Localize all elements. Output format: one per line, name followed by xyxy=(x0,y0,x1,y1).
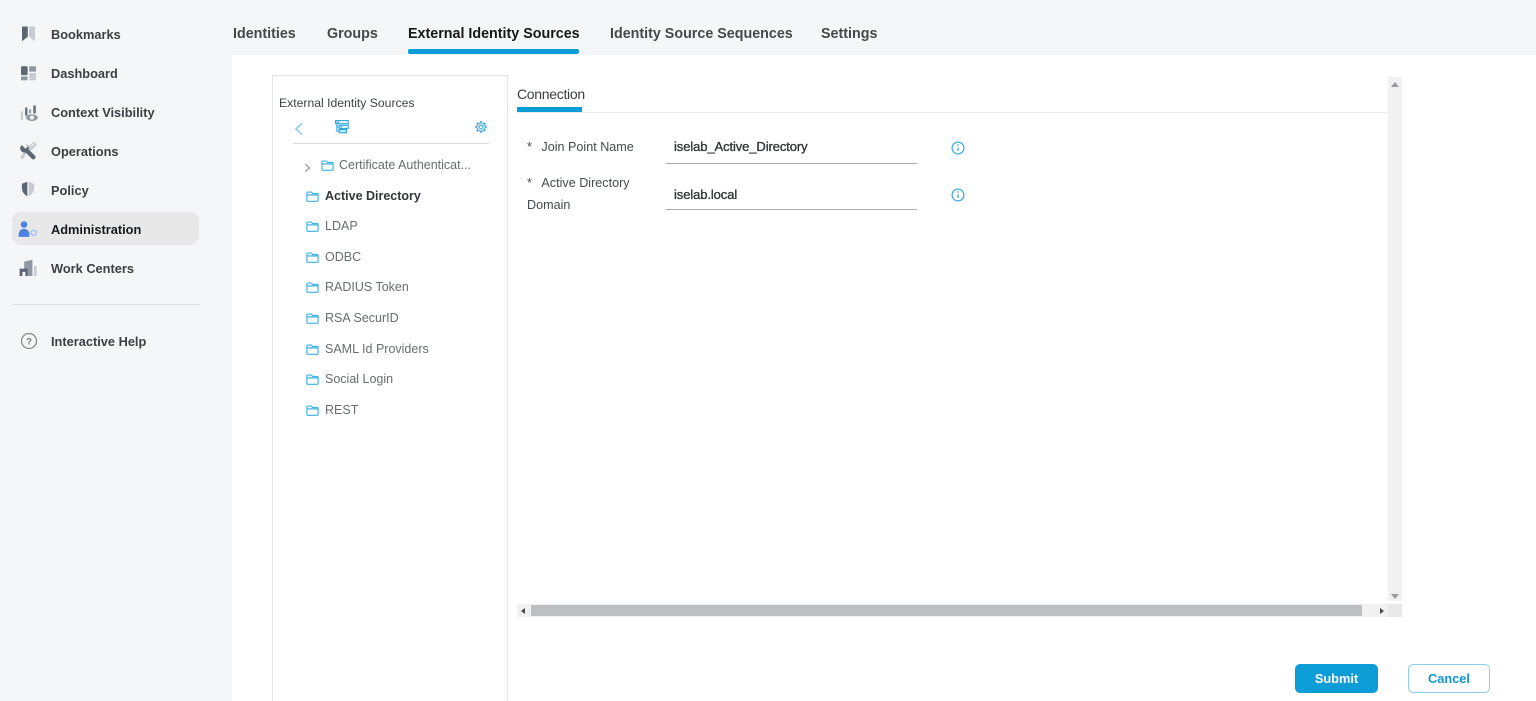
svg-text:?: ? xyxy=(26,336,32,347)
